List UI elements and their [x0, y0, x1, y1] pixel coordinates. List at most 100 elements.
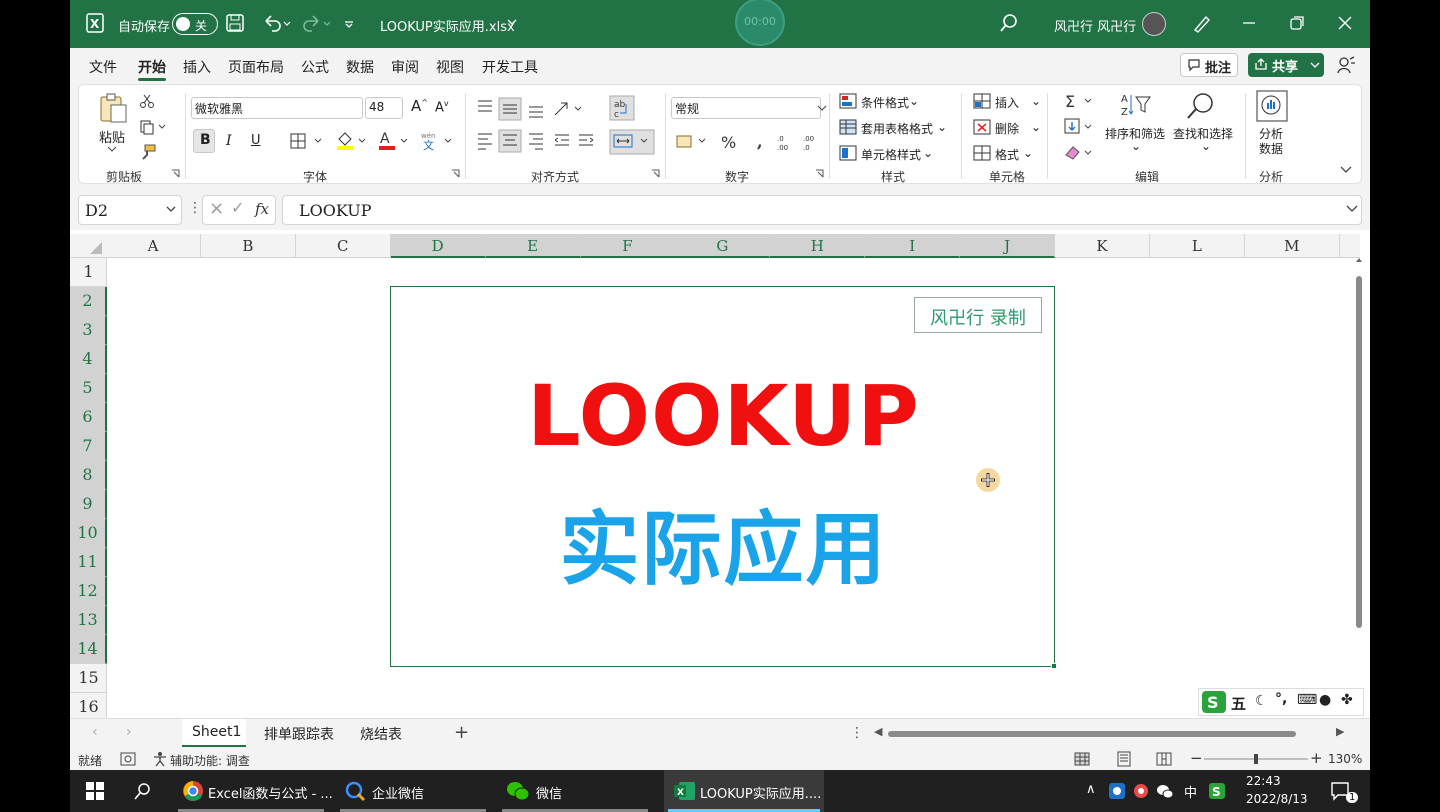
autosum-icon[interactable]: Σ	[1063, 91, 1097, 111]
vertical-scrollbar[interactable]	[1354, 254, 1364, 630]
ime-mode-label[interactable]: 五	[1231, 693, 1246, 714]
paste-label[interactable]: 粘贴	[99, 127, 125, 146]
format-as-table-button[interactable]: 套用表格格式	[861, 120, 933, 137]
delete-cells-icon[interactable]	[973, 119, 991, 135]
row-header-7[interactable]: 7	[70, 432, 107, 461]
insert-cells-icon[interactable]	[973, 93, 991, 109]
restore-icon[interactable]	[1286, 12, 1308, 34]
format-as-table-icon[interactable]	[839, 119, 857, 135]
column-header-l[interactable]: L	[1150, 234, 1245, 258]
clear-icon[interactable]	[1063, 143, 1097, 163]
zoom-out-icon[interactable]: −	[1190, 749, 1203, 767]
row-header-9[interactable]: 9	[70, 490, 107, 519]
column-header-b[interactable]: B	[201, 234, 296, 258]
row-header-14[interactable]: 14	[70, 635, 107, 664]
tab-review[interactable]: 审阅	[391, 57, 419, 77]
accessibility-icon[interactable]	[152, 751, 168, 767]
undo-icon[interactable]	[262, 12, 292, 34]
search-icon[interactable]	[998, 12, 1020, 34]
worksheet-grid[interactable]: ABCDEFGHIJKLM 1 2 3 4 5 6 7 8 9 10 11 12 13 14 15 16 风卍…	[70, 230, 1370, 718]
row-header-6[interactable]: 6	[70, 403, 107, 432]
taskbar-excel[interactable]: X LOOKUP实际应用....	[664, 770, 824, 812]
copy-icon[interactable]	[139, 119, 167, 135]
delete-cells-button[interactable]: 删除	[995, 120, 1019, 137]
redo-icon[interactable]	[302, 12, 332, 34]
phonetic-guide-icon[interactable]: wén文	[419, 129, 455, 151]
row-header-15[interactable]: 15	[70, 664, 107, 693]
chevron-down-icon[interactable]	[817, 105, 827, 113]
analyze-data-label-2[interactable]: 数据	[1259, 140, 1283, 157]
document-title[interactable]: LOOKUP实际应用.xlsx	[380, 16, 515, 35]
merge-center-icon[interactable]	[609, 129, 655, 155]
selected-range-d2-j14[interactable]: 风卍行 录制 LOOKUP 实际应用	[390, 286, 1055, 667]
format-cells-icon[interactable]	[973, 145, 991, 161]
scroll-left-icon[interactable]: ◀	[874, 725, 882, 738]
user-icon[interactable]: ●	[1319, 692, 1331, 708]
chevron-down-icon[interactable]	[506, 16, 518, 28]
dialog-launcher-icon[interactable]	[815, 169, 825, 179]
windows-start-icon[interactable]	[86, 782, 104, 800]
dialog-launcher-icon[interactable]	[451, 169, 461, 179]
row-header-8[interactable]: 8	[70, 461, 107, 490]
page-layout-view-icon[interactable]	[1116, 751, 1132, 767]
formula-input[interactable]: LOOKUP	[282, 195, 1362, 225]
chevron-down-icon[interactable]	[107, 145, 117, 153]
fill-color-icon[interactable]	[335, 129, 369, 151]
cell-styles-button[interactable]: 单元格样式	[861, 146, 921, 163]
clock-time[interactable]: 22:43	[1246, 774, 1281, 788]
column-header-i[interactable]: I	[865, 234, 961, 258]
zoom-slider[interactable]	[1204, 754, 1308, 764]
conditional-formatting-button[interactable]: 条件格式	[861, 94, 909, 111]
moon-icon[interactable]: ☾	[1255, 693, 1268, 709]
bold-button[interactable]: B	[193, 129, 215, 153]
dialog-launcher-icon[interactable]	[171, 169, 181, 179]
tab-formulas[interactable]: 公式	[301, 57, 329, 77]
column-header-h[interactable]: H	[770, 234, 866, 258]
accessibility-status[interactable]: 辅助功能: 调查	[170, 752, 250, 769]
scroll-right-icon[interactable]: ▶	[1336, 725, 1344, 738]
tab-page-layout[interactable]: 页面布局	[228, 57, 284, 77]
tab-home[interactable]: 开始	[138, 57, 166, 77]
fill-icon[interactable]	[1063, 117, 1097, 137]
sheet-tab-sheet1[interactable]: Sheet1	[192, 724, 241, 740]
row-header-4[interactable]: 4	[70, 345, 107, 374]
find-select-icon[interactable]	[1185, 91, 1217, 121]
dialog-launcher-icon[interactable]	[651, 169, 661, 179]
designer-pen-icon[interactable]	[1190, 12, 1212, 34]
tray-app-icon[interactable]	[1108, 782, 1126, 800]
font-name-select[interactable]: 微软雅黑	[191, 97, 363, 119]
increase-font-icon[interactable]: A^	[411, 97, 428, 115]
font-color-icon[interactable]: A	[377, 129, 411, 151]
sheet-tab-tracking[interactable]: 排单跟踪表	[264, 724, 334, 744]
ime-language-indicator[interactable]: 中	[1184, 782, 1197, 801]
zoom-level[interactable]: 130%	[1328, 752, 1362, 766]
select-all-icon[interactable]	[86, 240, 104, 256]
avatar[interactable]	[1142, 12, 1166, 36]
tray-flower-icon[interactable]	[1132, 782, 1150, 800]
column-header-m[interactable]: M	[1245, 234, 1340, 258]
cancel-icon[interactable]: ×	[209, 198, 224, 219]
row-header-10[interactable]: 10	[70, 519, 107, 548]
row-header-1[interactable]: 1	[70, 258, 107, 287]
user-name[interactable]: 风卍行 风卍行	[1054, 16, 1136, 35]
taskbar-chrome[interactable]: Excel函数与公式 - ...	[174, 770, 333, 812]
tray-wechat-icon[interactable]	[1156, 782, 1174, 800]
chevron-down-icon[interactable]	[166, 206, 176, 214]
row-header-5[interactable]: 5	[70, 374, 107, 403]
cell-styles-icon[interactable]	[839, 145, 857, 161]
punctuation-icon[interactable]: °,	[1275, 691, 1287, 707]
tray-sogou-icon[interactable]: S	[1208, 782, 1226, 800]
font-size-select[interactable]: 48	[365, 97, 403, 119]
decrease-font-icon[interactable]: Av	[435, 99, 449, 115]
fill-handle[interactable]	[1051, 663, 1057, 669]
tab-view[interactable]: 视图	[436, 57, 464, 77]
sheet-tab-sintering[interactable]: 烧结表	[360, 724, 402, 744]
tab-insert[interactable]: 插入	[183, 57, 211, 77]
page-break-view-icon[interactable]	[1156, 751, 1172, 767]
vertical-alignment-icons[interactable]	[475, 97, 585, 121]
row-header-12[interactable]: 12	[70, 577, 107, 606]
collapse-ribbon-icon[interactable]	[1339, 165, 1353, 175]
column-header-k[interactable]: K	[1055, 234, 1150, 258]
number-format-icons[interactable]: %, .0.00.00.0	[675, 131, 825, 153]
row-header-11[interactable]: 11	[70, 548, 107, 577]
